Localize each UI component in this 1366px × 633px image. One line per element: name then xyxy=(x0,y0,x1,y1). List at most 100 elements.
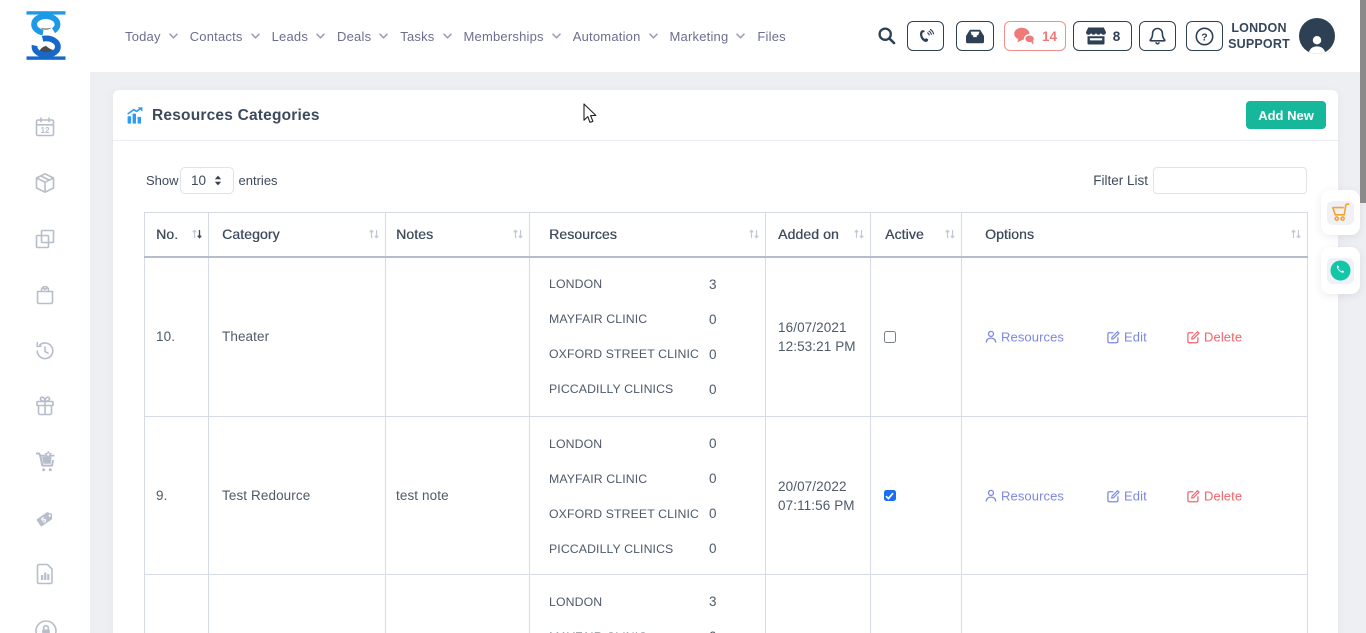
spinner-icon xyxy=(214,175,222,186)
report-icon[interactable] xyxy=(34,563,58,587)
resource-line: OXFORD STREET CLINIC0 xyxy=(530,496,765,531)
store-icon xyxy=(1085,27,1107,45)
resources-link[interactable]: Resources xyxy=(985,329,1064,344)
nav-item-tasks[interactable]: Tasks xyxy=(400,29,451,44)
cell-added-on: 16/07/202112:53:21 PM xyxy=(766,257,871,417)
cell-active xyxy=(871,417,962,575)
active-checkbox[interactable] xyxy=(884,490,896,502)
resource-line: MAYFAIR CLINIC0 xyxy=(530,302,765,337)
cell-category: Theater xyxy=(209,257,386,417)
check-icon xyxy=(885,492,894,500)
resource-line: OXFORD STREET CLINIC0 xyxy=(530,337,765,372)
copy-icon[interactable] xyxy=(34,228,58,252)
price-tag-icon[interactable]: $ xyxy=(34,507,58,531)
help-button[interactable]: ? xyxy=(1186,21,1223,51)
chevron-down-icon xyxy=(316,33,325,39)
user-name[interactable]: LONDON SUPPORT xyxy=(1227,20,1291,52)
phone-button[interactable] xyxy=(907,21,944,51)
column-header-notes[interactable]: Notes xyxy=(386,213,530,257)
search-icon[interactable] xyxy=(877,26,897,51)
nav-item-leads[interactable]: Leads xyxy=(272,29,325,44)
chevron-down-icon xyxy=(443,33,452,39)
entries-label: entries xyxy=(239,173,278,188)
history-icon[interactable] xyxy=(34,340,58,364)
delete-icon xyxy=(1187,330,1200,343)
cart-float-button[interactable] xyxy=(1321,190,1360,235)
add-new-button[interactable]: Add New xyxy=(1246,101,1326,129)
filter-label: Filter List xyxy=(1093,173,1148,188)
resources-link[interactable]: Resources xyxy=(985,488,1064,503)
cell-options xyxy=(962,575,1308,633)
avatar[interactable] xyxy=(1299,18,1335,54)
filter-input[interactable] xyxy=(1153,167,1307,194)
gift-icon[interactable] xyxy=(34,395,58,419)
cell-resources: LONDON3 MAYFAIR CLINIC0 OXFORD STREET CL… xyxy=(530,257,766,417)
edit-link[interactable]: Edit xyxy=(1107,488,1147,503)
page-size-select[interactable]: 10 xyxy=(180,167,234,194)
cell-notes: test note xyxy=(386,417,530,575)
card-header: Resources Categories Add New xyxy=(113,90,1338,141)
chat-count-badge: 14 xyxy=(1042,29,1057,44)
cart-sparkle-icon[interactable] xyxy=(34,451,58,475)
resource-line: MAYFAIR CLINIC0 xyxy=(530,461,765,496)
calendar-icon[interactable]: 12 xyxy=(34,116,58,140)
edit-icon xyxy=(1107,330,1120,343)
store-count-badge: 8 xyxy=(1113,29,1121,44)
nav-item-files[interactable]: Files xyxy=(757,29,785,44)
column-header-resources[interactable]: Resources xyxy=(530,213,766,257)
chevron-down-icon xyxy=(552,33,561,39)
phone-circle-icon xyxy=(1330,260,1351,281)
person-icon xyxy=(985,330,997,343)
chevron-down-icon xyxy=(251,33,260,39)
column-header-category[interactable]: Category xyxy=(209,213,386,257)
chat-button[interactable]: 14 xyxy=(1004,21,1066,51)
cell-notes xyxy=(386,257,530,417)
nav-item-automation[interactable]: Automation xyxy=(573,29,658,44)
nav-item-deals[interactable]: Deals xyxy=(337,29,388,44)
inbox-icon xyxy=(965,28,985,45)
store-button[interactable]: 8 xyxy=(1073,21,1132,51)
sort-icon-desc-active xyxy=(191,229,203,240)
page-size-control: Show 10 entries xyxy=(146,167,278,194)
app-logo-hourglass[interactable] xyxy=(23,10,69,66)
sort-icon xyxy=(944,229,956,240)
inbox-button[interactable] xyxy=(956,21,994,51)
edit-link[interactable]: Edit xyxy=(1107,329,1147,344)
chart-icon xyxy=(127,107,143,129)
chevron-down-icon xyxy=(379,33,388,39)
top-bar: Today Contacts Leads Deals Tasks Members… xyxy=(0,0,1366,72)
cart-icon xyxy=(1330,203,1351,222)
column-header-no[interactable]: No. xyxy=(145,213,209,257)
cell-active xyxy=(871,257,962,417)
nav-item-memberships[interactable]: Memberships xyxy=(464,29,561,44)
resources-categories-table: No. Category Notes Resources Added on Ac… xyxy=(144,212,1308,633)
nav-item-marketing[interactable]: Marketing xyxy=(670,29,746,44)
cell-options: Resources Edit Delete xyxy=(962,417,1308,575)
resource-line: PICCADILLY CLINICS0 xyxy=(530,372,765,407)
cell-no xyxy=(145,575,209,633)
cell-active xyxy=(871,575,962,633)
column-header-active[interactable]: Active xyxy=(871,213,962,257)
filter-control: Filter List xyxy=(1093,167,1307,194)
table-row: 10. Theater LONDON3 MAYFAIR CLINIC0 OXFO… xyxy=(145,257,1308,417)
notifications-button[interactable] xyxy=(1139,21,1176,51)
column-header-options[interactable]: Options xyxy=(962,213,1308,257)
delete-link[interactable]: Delete xyxy=(1187,329,1242,344)
table-header-row: No. Category Notes Resources Added on Ac… xyxy=(145,213,1308,257)
active-checkbox[interactable] xyxy=(884,331,896,343)
scrollbar-thumb[interactable] xyxy=(1360,0,1366,203)
cell-no: 9. xyxy=(145,417,209,575)
lock-circle-icon[interactable] xyxy=(34,619,58,633)
bag-icon[interactable] xyxy=(34,284,58,308)
nav-item-today[interactable]: Today xyxy=(125,29,178,44)
nav-item-contacts[interactable]: Contacts xyxy=(190,29,260,44)
sort-icon xyxy=(748,229,760,240)
sort-icon xyxy=(512,229,524,240)
sort-icon xyxy=(853,229,865,240)
show-label: Show xyxy=(146,173,179,188)
package-icon[interactable] xyxy=(34,172,58,196)
call-float-button[interactable] xyxy=(1321,247,1360,294)
column-header-added-on[interactable]: Added on xyxy=(766,213,871,257)
delete-link[interactable]: Delete xyxy=(1187,488,1242,503)
cell-no: 10. xyxy=(145,257,209,417)
